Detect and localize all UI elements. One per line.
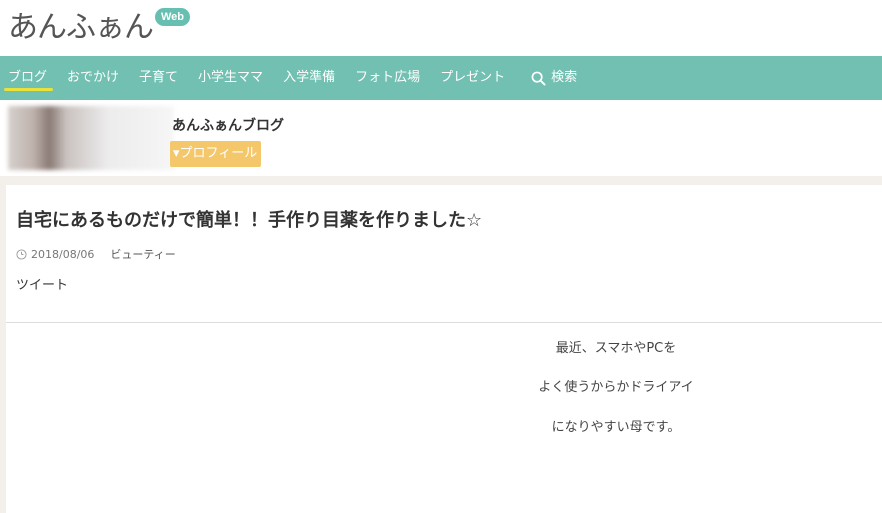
tweet-link[interactable]: ツイート xyxy=(16,274,68,293)
divider xyxy=(6,322,882,323)
blog-name[interactable]: あんふぁんブログ xyxy=(172,115,284,135)
site-logo[interactable]: あんふぁん Web xyxy=(8,4,191,45)
logo-badge: Web xyxy=(155,8,191,26)
author-strip: あんふぁんブログ ▾プロフィール xyxy=(0,100,882,176)
post-paragraph: よく使うからかドライアイ xyxy=(538,380,694,395)
main-nav: ブログ おでかけ 子育て 小学生ママ 入学準備 フォト広場 プレゼント 検索 xyxy=(0,56,882,100)
nav-item-blog[interactable]: ブログ xyxy=(0,56,57,100)
profile-button[interactable]: ▾プロフィール xyxy=(170,141,261,167)
nav-search-button[interactable]: 検索 xyxy=(521,56,587,100)
nav-item-shogakusei-mama[interactable]: 小学生ママ xyxy=(188,56,273,100)
nav-item-odekake[interactable]: おでかけ xyxy=(57,56,129,100)
post-meta: 2018/08/06 ビューティー xyxy=(16,246,176,262)
search-icon xyxy=(531,71,546,86)
clock-icon xyxy=(16,248,27,260)
avatar xyxy=(8,106,174,170)
nav-item-photo-hiroba[interactable]: フォト広場 xyxy=(345,56,430,100)
post-date: 2018/08/06 xyxy=(31,247,95,261)
post-paragraph: になりやすい母です。 xyxy=(551,420,681,435)
post-title: 自宅にあるものだけで簡単！！手作り目薬を作りました☆ xyxy=(16,210,483,231)
nav-item-kosodate[interactable]: 子育て xyxy=(129,56,188,100)
post-paragraph: 最近、スマホやPCを xyxy=(555,341,677,356)
search-label: 検索 xyxy=(551,70,578,85)
logo-text: あんふぁん xyxy=(8,10,154,45)
nav-item-nyugaku-junbi[interactable]: 入学準備 xyxy=(273,56,345,100)
nav-item-present[interactable]: プレゼント xyxy=(430,56,515,100)
site-header: あんふぁん Web xyxy=(0,0,882,56)
post-category[interactable]: ビューティー xyxy=(110,246,175,262)
post-card: 自宅にあるものだけで簡単！！手作り目薬を作りました☆ 2018/08/06 ビュ… xyxy=(6,185,882,513)
